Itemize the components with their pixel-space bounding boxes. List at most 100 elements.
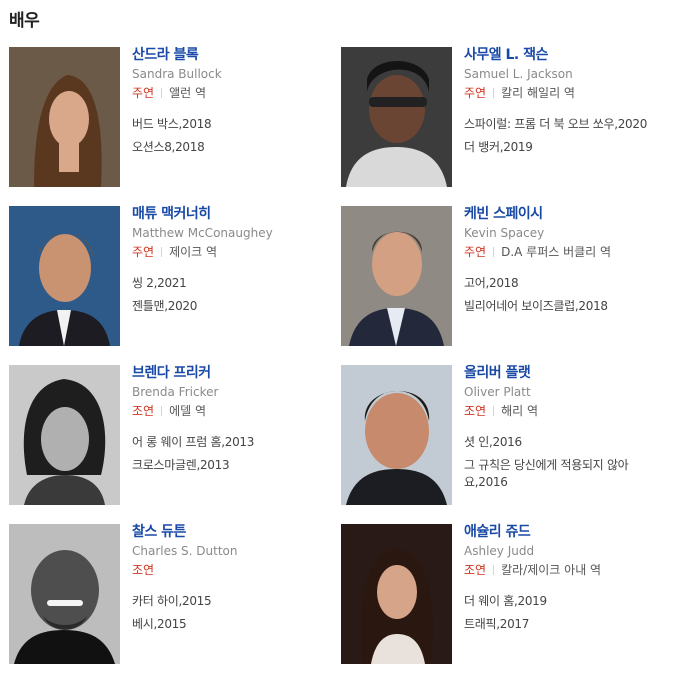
actor-english-name: Sandra Bullock [132,67,222,81]
photo-smile [47,600,83,606]
actor-info: 산드라 블록 Sandra Bullock 주연 앨런 역 버드 박스,2018 … [132,47,332,162]
section-title: 배우 [9,11,40,31]
work-item[interactable]: 버드 박스,2018 [132,116,332,133]
actor-name-link[interactable]: 매튜 맥커너히 [132,206,332,222]
actor-english-name: Matthew McConaughey [132,226,273,240]
role-separator [493,565,495,575]
role-line: 조연 에델 역 [132,404,332,418]
filmography: 어 롱 웨이 프럼 홈,2013 크로스마글렌,2013 [132,434,332,474]
filmography: 더 웨이 홈,2019 트래픽,2017 [464,593,664,633]
filmography: 카터 하이,2015 베시,2015 [132,593,332,633]
actor-english-name: Brenda Fricker [132,385,219,399]
actor-name-link[interactable]: 산드라 블록 [132,47,332,63]
actor-card: 애슐리 쥬드 Ashley Judd 조연 칼라/제이크 아내 역 더 웨이 홈,… [341,524,661,666]
role-line: 조연 칼라/제이크 아내 역 [464,563,664,577]
portrait-image [9,206,120,346]
actor-card: 브렌다 프리커 Brenda Fricker 조연 에델 역 어 롱 웨이 프럼 … [9,365,329,507]
role-type: 조연 [464,404,487,418]
actor-card: 산드라 블록 Sandra Bullock 주연 앨런 역 버드 박스,2018 … [9,47,329,189]
role-type: 조연 [132,563,155,577]
work-item[interactable]: 그 규칙은 당신에게 적용되지 않아요,2016 [464,457,664,491]
actor-card: 매튜 맥커너히 Matthew McConaughey 주연 제이크 역 씽 2,… [9,206,329,348]
role-line: 주연 앨런 역 [132,86,332,100]
role-line: 조연 [132,563,332,577]
role-name: 칼리 해일리 역 [501,86,575,100]
filmography: 버드 박스,2018 오션스8,2018 [132,116,332,156]
role-separator [493,406,495,416]
actor-english-name: Oliver Platt [464,385,531,399]
work-item[interactable]: 빌리어네어 보이즈클럽,2018 [464,298,664,315]
photo-face [41,407,89,471]
role-name: 앨런 역 [169,86,207,100]
role-type: 조연 [132,404,155,418]
work-item[interactable]: 셧 인,2016 [464,434,664,451]
photo-face [372,232,422,296]
actor-english-name: Ashley Judd [464,544,535,558]
actor-photo[interactable] [341,365,452,505]
photo-neck [59,142,79,172]
actor-photo[interactable] [9,47,120,187]
actor-name-link[interactable]: 브렌다 프리커 [132,365,332,381]
actor-name-link[interactable]: 케빈 스페이시 [464,206,664,222]
work-item[interactable]: 더 웨이 홈,2019 [464,593,664,610]
role-line: 주연 제이크 역 [132,245,332,259]
role-name: 해리 역 [501,404,539,418]
role-separator [493,88,495,98]
role-separator [161,247,163,257]
work-item[interactable]: 더 뱅커,2019 [464,139,664,156]
actor-info: 매튜 맥커너히 Matthew McConaughey 주연 제이크 역 씽 2,… [132,206,332,321]
role-name: 칼라/제이크 아내 역 [501,563,602,577]
work-item[interactable]: 고어,2018 [464,275,664,292]
portrait-image [9,524,120,664]
role-separator [493,247,495,257]
portrait-image [9,47,120,187]
actor-card: 케빈 스페이시 Kevin Spacey 주연 D.A 루퍼스 버클리 역 고어,… [341,206,661,348]
actor-info: 케빈 스페이시 Kevin Spacey 주연 D.A 루퍼스 버클리 역 고어,… [464,206,664,321]
portrait-image [341,524,452,664]
actor-info: 사무엘 L. 잭슨 Samuel L. Jackson 주연 칼리 해일리 역 스… [464,47,664,162]
photo-face [377,565,417,619]
filmography: 씽 2,2021 젠틀맨,2020 [132,275,332,315]
work-item[interactable]: 카터 하이,2015 [132,593,332,610]
actor-photo[interactable] [341,47,452,187]
actor-name-link[interactable]: 찰스 듀튼 [132,524,332,540]
actor-english-name: Kevin Spacey [464,226,545,240]
work-item[interactable]: 베시,2015 [132,616,332,633]
filmography: 고어,2018 빌리어네어 보이즈클럽,2018 [464,275,664,315]
filmography: 셧 인,2016 그 규칙은 당신에게 적용되지 않아요,2016 [464,434,664,491]
photo-face [369,75,425,143]
role-line: 조연 해리 역 [464,404,664,418]
role-name: 에델 역 [169,404,207,418]
work-item[interactable]: 스파이럴: 프롬 더 북 오브 쏘우,2020 [464,116,664,133]
role-line: 주연 칼리 해일리 역 [464,86,664,100]
role-type: 주연 [464,86,487,100]
actor-photo[interactable] [9,524,120,664]
work-item[interactable]: 오션스8,2018 [132,139,332,156]
work-item[interactable]: 크로스마글렌,2013 [132,457,332,474]
work-item[interactable]: 젠틀맨,2020 [132,298,332,315]
actor-photo[interactable] [341,206,452,346]
role-type: 주연 [132,245,155,259]
actor-name-link[interactable]: 애슐리 쥬드 [464,524,664,540]
portrait-image [341,365,452,505]
actor-photo[interactable] [341,524,452,664]
role-name: D.A 루퍼스 버클리 역 [501,245,612,259]
portrait-image [341,206,452,346]
work-item[interactable]: 어 롱 웨이 프럼 홈,2013 [132,434,332,451]
work-item[interactable]: 씽 2,2021 [132,275,332,292]
role-name: 제이크 역 [169,245,218,259]
portrait-image [341,47,452,187]
role-type: 조연 [464,563,487,577]
actor-photo[interactable] [9,365,120,505]
actor-name-link[interactable]: 사무엘 L. 잭슨 [464,47,664,63]
actor-name-link[interactable]: 올리버 플랫 [464,365,664,381]
work-item[interactable]: 트래픽,2017 [464,616,664,633]
actor-english-name: Charles S. Dutton [132,544,238,558]
role-type: 주연 [464,245,487,259]
photo-face [31,550,99,630]
actor-info: 올리버 플랫 Oliver Platt 조연 해리 역 셧 인,2016 그 규칙… [464,365,664,497]
actor-english-name: Samuel L. Jackson [464,67,573,81]
actor-photo[interactable] [9,206,120,346]
actor-info: 찰스 듀튼 Charles S. Dutton 조연 카터 하이,2015 베시… [132,524,332,639]
actor-info: 브렌다 프리커 Brenda Fricker 조연 에델 역 어 롱 웨이 프럼 … [132,365,332,480]
